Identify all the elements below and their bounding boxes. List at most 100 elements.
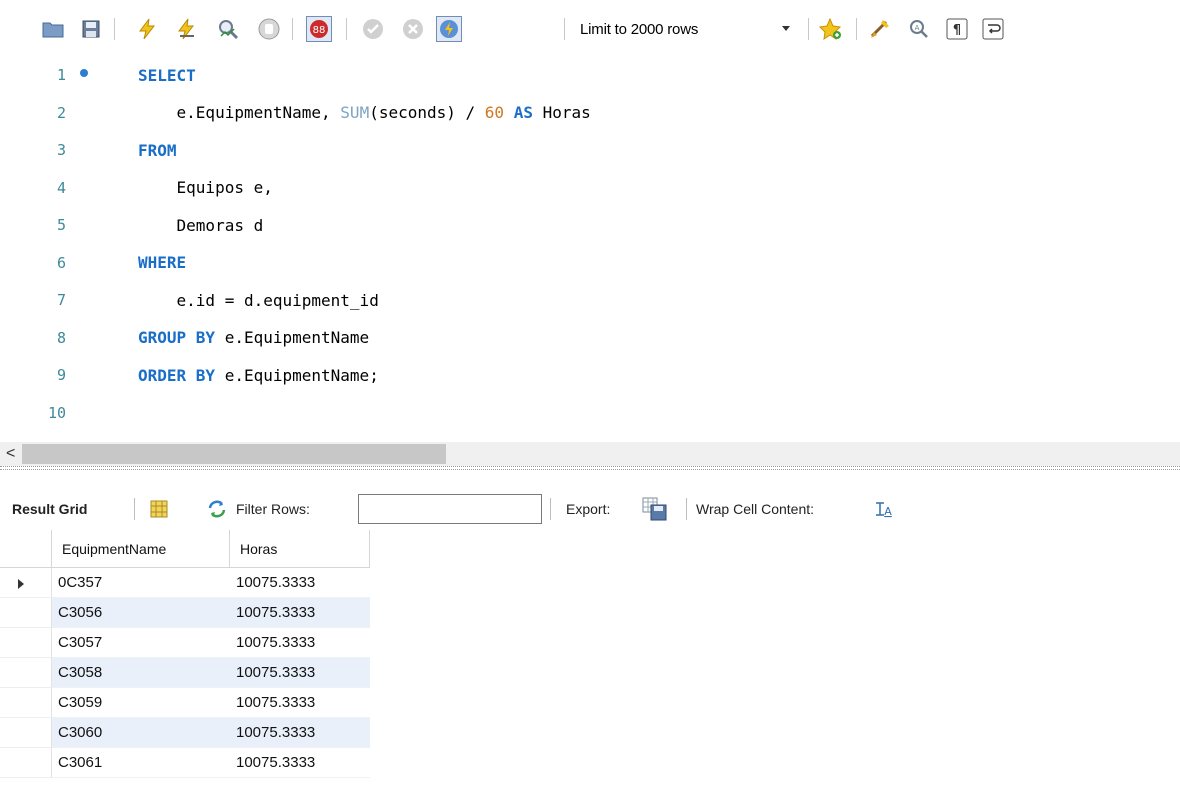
find-icon[interactable]: A (906, 16, 932, 42)
cell-horas[interactable]: 10075.3333 (230, 658, 370, 688)
svg-text:88: 88 (313, 25, 326, 36)
commit-icon[interactable] (360, 16, 386, 42)
editor-horizontal-scrollbar[interactable]: < (0, 442, 1180, 466)
code-text: e.EquipmentName, SUM(seconds) / 60 AS Ho… (138, 103, 591, 122)
result-toolbar: Result Grid Filter Rows: Export: Wrap Ce… (0, 488, 1180, 530)
line-number: 8 (56, 328, 66, 347)
table-row[interactable]: C3060 10075.3333 (0, 718, 370, 748)
toolbar-separator (686, 498, 687, 520)
cell-horas[interactable]: 10075.3333 (230, 688, 370, 718)
row-indicator[interactable] (0, 718, 52, 748)
explain-icon[interactable] (216, 16, 242, 42)
code-text: FROM (138, 140, 177, 160)
column-header-horas[interactable]: Horas (230, 530, 370, 568)
cell-equipmentname[interactable]: C3060 (52, 718, 230, 748)
export-label: Export: (566, 501, 611, 517)
toggle-continue-on-error-icon[interactable]: 88 (306, 16, 332, 42)
code-line[interactable]: 9 ORDER BY e.EquipmentName; (0, 356, 1180, 394)
table-row[interactable]: 0C357 10075.3333 (0, 568, 370, 598)
filter-rows-input[interactable] (358, 494, 542, 524)
line-number: 1 (56, 66, 66, 84)
export-icon[interactable] (642, 488, 668, 530)
limit-rows-select[interactable]: Limit to 2000 rows (568, 14, 800, 44)
sql-editor[interactable]: 1 SELECT 2 e.EquipmentName, SUM(seconds) /… (0, 56, 1180, 440)
cell-horas[interactable]: 10075.3333 (230, 568, 370, 598)
cell-horas[interactable]: 10075.3333 (230, 628, 370, 658)
panel-splitter[interactable] (0, 466, 1180, 488)
execute-current-icon[interactable] (174, 16, 200, 42)
autocommit-icon[interactable] (436, 16, 462, 42)
wrap-cell-icon[interactable]: A (874, 488, 894, 530)
row-indicator[interactable] (0, 568, 52, 598)
table-row[interactable]: C3056 10075.3333 (0, 598, 370, 628)
word-wrap-icon[interactable] (980, 16, 1006, 42)
row-indicator[interactable] (0, 658, 52, 688)
code-line[interactable]: 8 GROUP BY e.EquipmentName (0, 319, 1180, 357)
limit-rows-label: Limit to 2000 rows (580, 20, 699, 38)
add-snippet-icon[interactable] (818, 16, 844, 42)
invisible-chars-icon[interactable]: ¶ (944, 16, 970, 42)
column-header-equipmentname[interactable]: EquipmentName (52, 530, 230, 568)
toolbar-separator (346, 18, 347, 40)
cell-horas[interactable]: 10075.3333 (230, 748, 370, 778)
cell-equipmentname[interactable]: C3057 (52, 628, 230, 658)
line-number: 7 (56, 291, 66, 309)
table-row[interactable]: C3057 10075.3333 (0, 628, 370, 658)
table-row[interactable]: C3061 10075.3333 (0, 748, 370, 778)
code-line[interactable]: 6 WHERE (0, 244, 1180, 282)
line-number: 5 (56, 216, 66, 234)
svg-text:A: A (915, 24, 920, 32)
open-folder-icon[interactable] (40, 16, 66, 42)
code-line[interactable]: 4 Equipos e, (0, 169, 1180, 207)
scroll-left-icon[interactable]: < (6, 445, 15, 463)
save-icon[interactable] (78, 16, 104, 42)
chevron-down-icon (782, 26, 790, 31)
cell-equipmentname[interactable]: C3059 (52, 688, 230, 718)
cell-horas[interactable]: 10075.3333 (230, 718, 370, 748)
toolbar-separator (292, 18, 293, 40)
line-number: 4 (56, 178, 66, 197)
rollback-icon[interactable] (400, 16, 426, 42)
code-line[interactable]: 1 SELECT (0, 56, 1180, 94)
result-grid-tab[interactable]: Result Grid (12, 488, 87, 530)
code-line[interactable]: 3 FROM (0, 131, 1180, 169)
refresh-icon[interactable] (206, 488, 228, 530)
toolbar-separator (808, 18, 809, 40)
row-indicator[interactable] (0, 748, 52, 778)
stop-icon[interactable] (256, 16, 282, 42)
line-number: 10 (47, 403, 66, 422)
cell-equipmentname[interactable]: C3058 (52, 658, 230, 688)
code-text: Equipos e, (138, 178, 273, 197)
cell-equipmentname[interactable]: C3061 (52, 748, 230, 778)
toolbar-separator (856, 18, 857, 40)
toolbar-separator (550, 498, 551, 520)
table-row[interactable]: C3059 10075.3333 (0, 688, 370, 718)
code-text: ORDER BY e.EquipmentName; (138, 365, 379, 385)
toolbar-separator (134, 498, 135, 520)
cell-equipmentname[interactable]: 0C357 (52, 568, 230, 598)
form-editor-icon[interactable] (150, 488, 168, 530)
cell-equipmentname[interactable]: C3056 (52, 598, 230, 628)
cell-horas[interactable]: 10075.3333 (230, 598, 370, 628)
code-line[interactable]: 2 e.EquipmentName, SUM(seconds) / 60 AS … (0, 94, 1180, 132)
row-indicator[interactable] (0, 628, 52, 658)
beautify-icon[interactable] (868, 16, 894, 42)
code-line[interactable]: 5 Demoras d (0, 206, 1180, 244)
code-line[interactable]: 7 e.id = d.equipment_id (0, 281, 1180, 319)
line-number: 3 (56, 141, 66, 159)
svg-text:¶: ¶ (953, 23, 961, 38)
code-text: Demoras d (138, 215, 264, 235)
code-line[interactable]: 10 (0, 394, 1180, 432)
line-number: 2 (56, 103, 66, 122)
scrollbar-thumb[interactable] (22, 444, 446, 464)
code-text: GROUP BY e.EquipmentName (138, 328, 370, 347)
row-indicator[interactable] (0, 688, 52, 718)
code-text: SELECT (138, 65, 196, 85)
table-row[interactable]: C3058 10075.3333 (0, 658, 370, 688)
toolbar-separator (114, 18, 115, 40)
execute-icon[interactable] (134, 16, 160, 42)
wrap-cell-content-label: Wrap Cell Content: (696, 501, 815, 517)
code-text: WHERE (138, 253, 187, 272)
row-header-corner (0, 530, 52, 568)
row-indicator[interactable] (0, 598, 52, 628)
